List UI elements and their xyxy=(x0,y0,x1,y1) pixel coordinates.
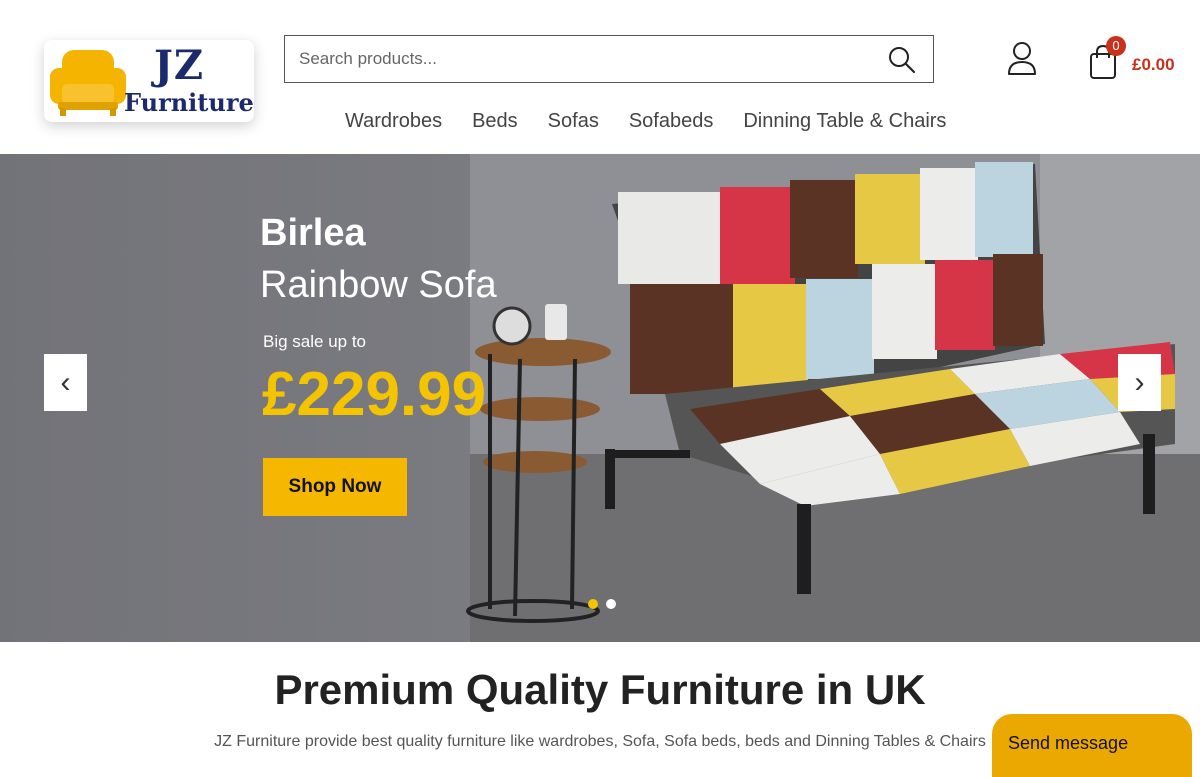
main-nav: Wardrobes Beds Sofas Sofabeds Dinning Ta… xyxy=(330,108,961,138)
logo-furniture-text: Furniture xyxy=(124,88,254,117)
slider-dot-2[interactable] xyxy=(606,599,616,609)
intro-title: Premium Quality Furniture in UK xyxy=(274,666,926,713)
slider-dot-1[interactable] xyxy=(588,599,598,609)
site-logo[interactable]: JZ Furniture xyxy=(44,40,254,122)
hero-brand: Birlea xyxy=(260,212,366,254)
cart-button[interactable]: 0 £0.00 xyxy=(1088,36,1178,86)
nav-item-wardrobes[interactable]: Wardrobes xyxy=(330,108,457,138)
slider-prev-button[interactable]: ‹ xyxy=(44,354,87,411)
chevron-right-icon: › xyxy=(1134,366,1145,399)
nav-item-sofabeds[interactable]: Sofabeds xyxy=(614,108,729,138)
hero-price: £229.99 xyxy=(262,360,487,429)
hero-product-name: Rainbow Sofa xyxy=(260,264,497,306)
send-message-button[interactable]: Send message xyxy=(992,714,1192,777)
hero-sale-text: Big sale up to xyxy=(263,332,367,351)
slider-next-button[interactable]: › xyxy=(1118,354,1161,411)
user-icon[interactable] xyxy=(1006,40,1038,78)
cart-count-badge: 0 xyxy=(1106,36,1126,56)
site-header: JZ Furniture 0 £0.00 Wardrobes Beds Sofa… xyxy=(0,0,1200,154)
nav-item-dinning-table-chairs[interactable]: Dinning Table & Chairs xyxy=(728,108,961,138)
nav-item-sofas[interactable]: Sofas xyxy=(533,108,614,138)
search-bar xyxy=(284,35,934,83)
chevron-left-icon: ‹ xyxy=(60,366,71,399)
armchair-icon xyxy=(50,50,126,116)
cart-total: £0.00 xyxy=(1132,55,1175,74)
search-icon[interactable] xyxy=(887,45,917,75)
shop-now-button[interactable]: Shop Now xyxy=(263,458,407,516)
hero-sofa-image xyxy=(0,154,1200,642)
logo-jz-text: JZ xyxy=(154,42,205,89)
nav-item-beds[interactable]: Beds xyxy=(457,108,533,138)
search-input[interactable] xyxy=(285,36,875,82)
slider-dots xyxy=(588,599,616,609)
hero-slider: Birlea Rainbow Sofa Big sale up to £229.… xyxy=(0,154,1200,642)
